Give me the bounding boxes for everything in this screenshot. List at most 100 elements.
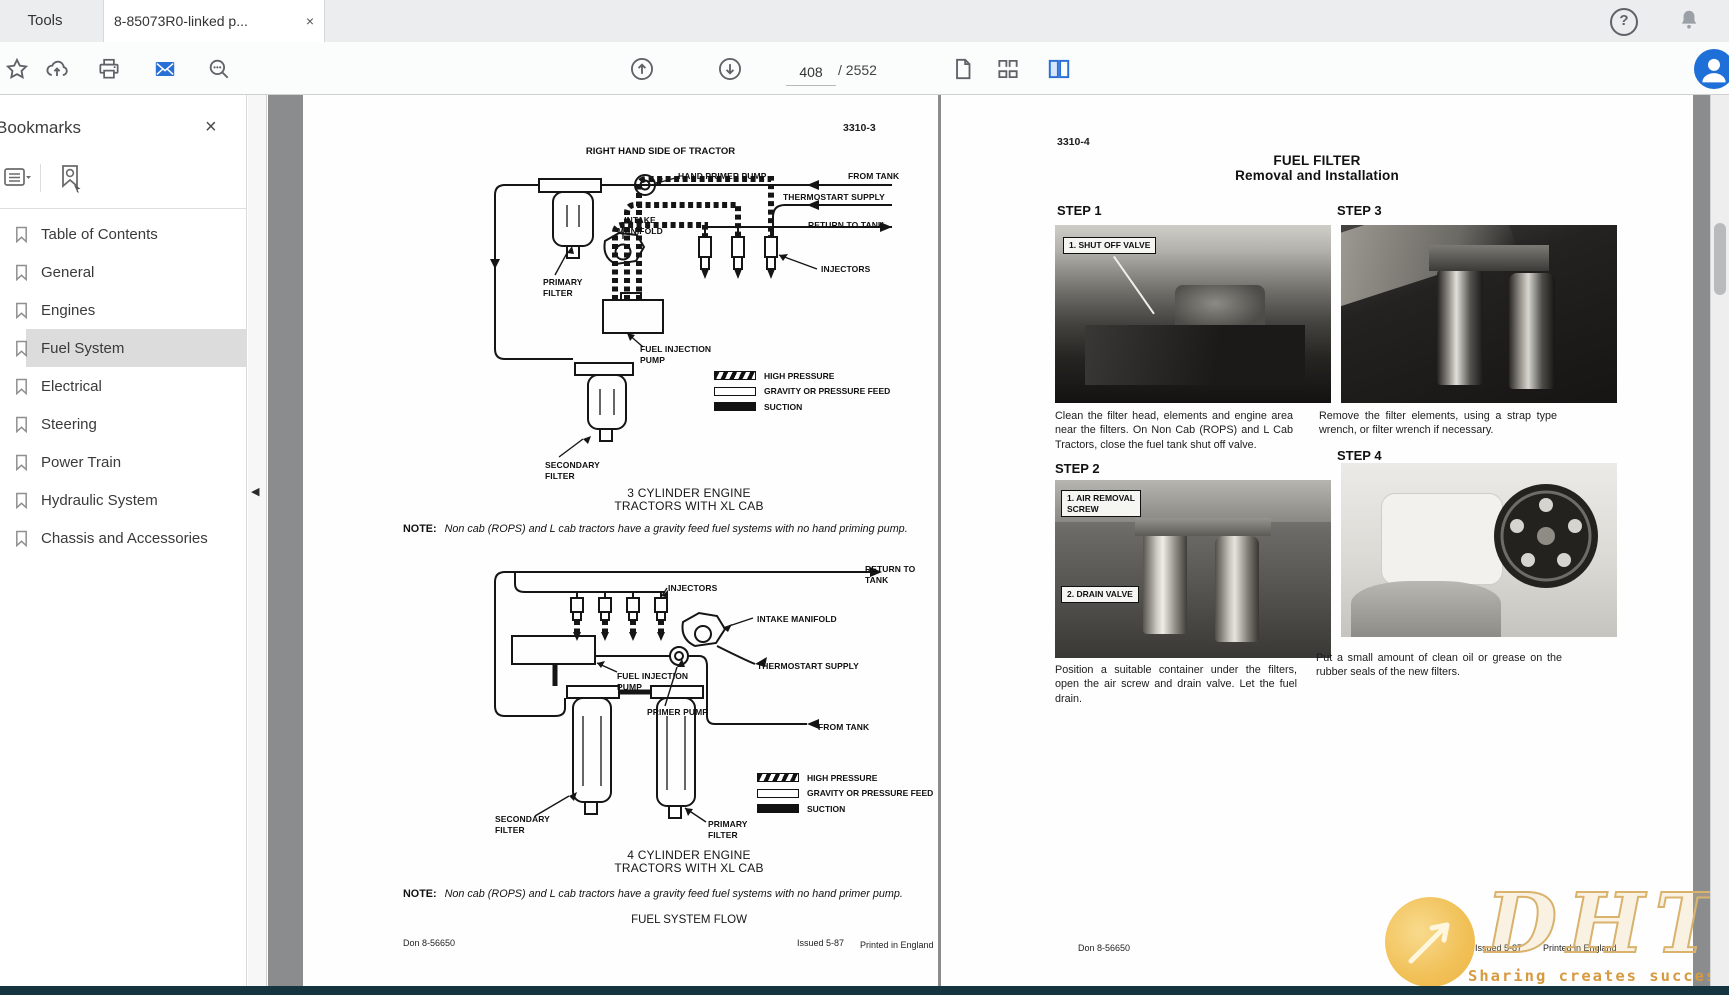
step1-photo: 1. SHUT OFF VALVE	[1055, 225, 1331, 403]
bookmark-item-steering[interactable]: Steering	[0, 405, 247, 443]
bookmark-item-toc[interactable]: Table of Contents	[0, 215, 247, 253]
step3-caption: Remove the filter elements, using a stra…	[1319, 409, 1557, 438]
diagram2-caption-2: TRACTORS WITH XL CAB	[569, 861, 809, 875]
tab-document[interactable]: 8-85073R0-linked p... ×	[103, 0, 325, 42]
bookmark-flag-icon	[14, 416, 29, 433]
printed-in: Printed in England	[860, 940, 934, 950]
note-2: NOTE:Non cab (ROPS) and L cab tractors h…	[403, 888, 903, 900]
email-icon[interactable]	[152, 56, 178, 82]
gravity-swatch	[714, 387, 756, 396]
step3-heading: STEP 3	[1337, 203, 1382, 218]
page-number: 3310-3	[843, 122, 876, 134]
bookmark-item-engines[interactable]: Engines	[0, 291, 247, 329]
find-bookmark-icon[interactable]	[54, 161, 88, 195]
filter-body-shape	[1381, 493, 1503, 585]
photo-callout-air-removal-screw: 1. AIR REMOVAL SCREW	[1061, 490, 1141, 517]
bookmark-item-hydraulic[interactable]: Hydraulic System	[0, 481, 247, 519]
previous-page-icon[interactable]	[629, 56, 655, 82]
label-fuel-injection-pump-2: FUEL INJECTION PUMP	[617, 671, 688, 693]
filter-cylinder-shape	[1437, 267, 1483, 385]
document-area[interactable]: 3310-3	[268, 95, 1710, 986]
print-icon[interactable]	[96, 56, 122, 82]
bookmark-options-icon[interactable]	[2, 163, 32, 193]
help-icon[interactable]: ?	[1610, 8, 1638, 36]
collapse-panel-icon[interactable]: ◀	[251, 485, 259, 498]
bookmark-flag-icon	[14, 454, 29, 471]
bookmark-label: Engines	[41, 302, 95, 319]
page-thumbnails-icon[interactable]	[995, 56, 1021, 82]
page-title-line1: FUEL FILTER	[1197, 153, 1437, 168]
bookmark-item-power-train[interactable]: Power Train	[0, 443, 247, 481]
label-primary-filter-2: PRIMARY FILTER	[708, 819, 748, 841]
notifications-bell-icon[interactable]	[1676, 7, 1702, 33]
bookmark-item-electrical[interactable]: Electrical	[0, 367, 247, 405]
pointer-line	[1113, 256, 1155, 314]
note-text: Non cab (ROPS) and L cab tractors have a…	[445, 888, 903, 900]
diagram1-caption-1: 3 CYLINDER ENGINE	[569, 486, 809, 500]
label-hand-primer-pump: HAND PRIMER PUMP	[678, 171, 767, 182]
label-thermostart-supply-2: THERMOSTART SUPPLY	[757, 661, 859, 672]
engine-shadow-shape	[1085, 325, 1305, 385]
page-total-label: / 2552	[838, 62, 877, 78]
next-page-icon[interactable]	[717, 56, 743, 82]
bookmark-flag-icon	[14, 530, 29, 547]
vertical-scrollbar[interactable]	[1710, 95, 1729, 986]
bookmark-item-general[interactable]: General	[0, 253, 247, 291]
bookmark-label: General	[41, 264, 94, 281]
filter-face-shape	[1491, 481, 1601, 591]
legend-label: HIGH PRESSURE	[807, 773, 877, 783]
step1-caption: Clean the filter head, elements and engi…	[1055, 409, 1293, 452]
step4-photo	[1341, 463, 1617, 637]
note-text: Non cab (ROPS) and L cab tractors have a…	[445, 523, 908, 535]
toolbar: / 2552	[0, 42, 1729, 95]
bookmark-item-fuel-system[interactable]: Fuel System	[0, 329, 247, 367]
photo-callout-drain-valve: 2. DRAIN VALVE	[1061, 586, 1139, 603]
diagram1-title: RIGHT HAND SIDE OF TRACTOR	[578, 146, 743, 157]
step4-heading: STEP 4	[1337, 448, 1382, 463]
step4-caption: Put a small amount of clean oil or greas…	[1316, 651, 1562, 680]
label-injectors: INJECTORS	[821, 264, 870, 275]
label-return-to-tank: RETURN TO TANK	[808, 220, 884, 231]
search-zoom-icon[interactable]	[206, 56, 232, 82]
bookmark-label: Table of Contents	[41, 226, 158, 243]
bookmark-label: Electrical	[41, 378, 102, 395]
high-pressure-swatch	[714, 371, 756, 380]
account-avatar[interactable]	[1694, 49, 1729, 89]
two-page-view-icon[interactable]	[1046, 56, 1072, 82]
cloud-upload-icon[interactable]	[44, 56, 70, 82]
legend-label: GRAVITY OR PRESSURE FEED	[807, 788, 933, 798]
page-number-input[interactable]	[786, 59, 836, 86]
label-thermostart-supply: THERMOSTART SUPPLY	[783, 192, 885, 203]
panel-divider	[0, 208, 247, 209]
bookmark-flag-icon	[14, 340, 29, 357]
filter-head-shape	[1429, 245, 1549, 271]
bookmark-item-chassis[interactable]: Chassis and Accessories	[0, 519, 247, 557]
close-tab-icon[interactable]: ×	[306, 13, 314, 29]
filter-cylinder-shape	[1143, 530, 1187, 634]
bookmark-label: Power Train	[41, 454, 121, 471]
label-primer-pump: PRIMER PUMP	[647, 707, 708, 718]
watermark-slogan: Sharing creates success	[1468, 967, 1710, 985]
bottom-bar	[0, 986, 1729, 995]
label-from-tank-2: FROM TANK	[818, 722, 869, 733]
label-secondary-filter-2: SECONDARY FILTER	[495, 814, 550, 836]
bookmarks-close-icon[interactable]: ×	[205, 116, 217, 139]
tab-tools[interactable]: Tools	[0, 0, 90, 42]
scrollbar-thumb[interactable]	[1714, 223, 1726, 295]
bookmarks-toolbar	[0, 161, 247, 197]
fuel-system-flow-title: FUEL SYSTEM FLOW	[569, 914, 809, 926]
legend-row: GRAVITY OR PRESSURE FEED	[757, 786, 933, 802]
single-page-view-icon[interactable]	[950, 56, 976, 82]
pdf-viewer-window: Tools 8-85073R0-linked p... × ? / 2552 B…	[0, 0, 1729, 995]
panel-rail: ◀	[248, 95, 267, 986]
legend-row: SUCTION	[757, 801, 933, 817]
step2-photo: 1. AIR REMOVAL SCREW 2. DRAIN VALVE	[1055, 480, 1331, 658]
label-intake-manifold: INTAKE MANIFOLD	[609, 215, 671, 237]
suction-swatch	[714, 402, 756, 411]
hand-shape	[1351, 581, 1501, 637]
person-icon	[1694, 49, 1729, 89]
bookmarks-title: Bookmarks	[0, 118, 81, 138]
photo-callout-shut-off-valve: 1. SHUT OFF VALVE	[1063, 237, 1156, 254]
favorite-star-icon[interactable]	[4, 56, 30, 82]
doc-code: Don 8-56650	[403, 938, 455, 948]
